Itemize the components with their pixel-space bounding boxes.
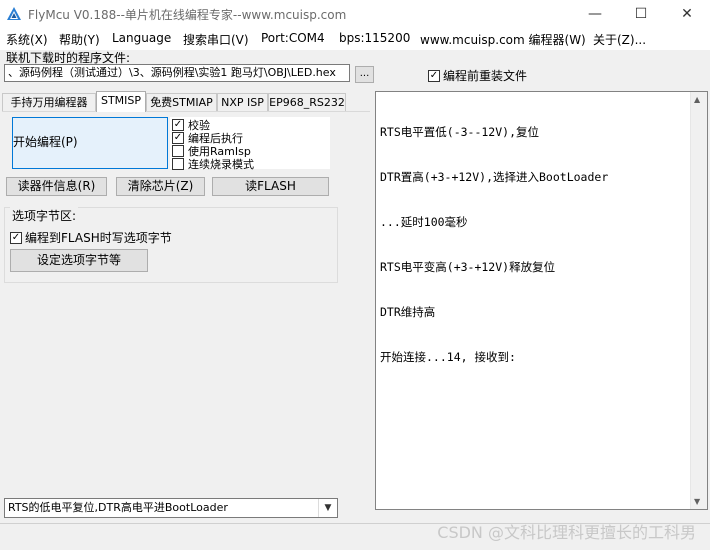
menu-programmer[interactable]: www.mcuisp.com 编程器(W)	[420, 31, 586, 48]
log-line: ...延时100毫秒	[380, 215, 468, 229]
log-line: DTR置高(+3-+12V),选择进入BootLoader	[380, 170, 609, 184]
chevron-down-icon[interactable]: ▼	[318, 499, 337, 517]
tab-ep968-rs232[interactable]: EP968_RS232	[268, 93, 346, 111]
window-title: FlyMcu V0.188--单片机在线编程专家--www.mcuisp.com	[28, 8, 347, 22]
menu-bar: 系统(X) 帮助(Y) Language 搜索串口(V) Port:COM4 b…	[0, 28, 710, 50]
reset-mode-value: RTS的低电平复位,DTR高电平进BootLoader	[8, 501, 228, 514]
log-line: 开始连接...14, 接收到:	[380, 350, 516, 364]
start-programming-button[interactable]: 开始编程(P)	[12, 117, 168, 169]
tab-nxp-isp[interactable]: NXP ISP	[217, 93, 268, 111]
log-scrollbar[interactable]: ▲ ▼	[690, 92, 707, 509]
option-bytes-group-label: 选项字节区:	[10, 207, 79, 224]
set-option-bytes-button[interactable]: 设定选项字节等	[10, 249, 148, 272]
menu-search-port[interactable]: 搜索串口(V)	[183, 31, 249, 48]
scroll-down-icon[interactable]: ▼	[694, 497, 700, 506]
menu-about[interactable]: 关于(Z)...	[593, 31, 646, 48]
close-button[interactable]: ✕	[664, 0, 710, 28]
menu-port[interactable]: Port:COM4	[261, 31, 325, 45]
menu-language[interactable]: Language	[112, 31, 171, 45]
write-option-bytes-label: 编程到FLASH时写选项字节	[25, 231, 172, 245]
erase-chip-button[interactable]: 清除芯片(Z)	[116, 177, 205, 196]
tab-stmisp[interactable]: STMISP	[96, 91, 146, 112]
write-option-bytes-option[interactable]: ✓ 编程到FLASH时写选项字节	[10, 229, 172, 246]
program-file-path-input[interactable]: 、源码例程（测试通过）\3、源码例程\实验1 跑马灯\OBJ\LED.hex	[4, 64, 350, 82]
programming-options: ✓ 校验 ✓ 编程后执行 使用RamIsp 连续烧录模式	[170, 117, 330, 172]
reload-label: 编程前重装文件	[443, 69, 528, 83]
tab-handheld-programmer[interactable]: 手持万用编程器	[2, 93, 96, 111]
browse-button[interactable]: ...	[355, 66, 374, 83]
reload-checkbox[interactable]: ✓	[428, 69, 440, 82]
write-option-bytes-checkbox[interactable]: ✓	[10, 231, 22, 244]
continuous-burn-option[interactable]: 连续烧录模式	[172, 156, 254, 172]
watermark: CSDN @文科比理科更擅长的工科男	[437, 523, 696, 542]
scroll-up-icon[interactable]: ▲	[694, 95, 700, 104]
log-line: DTR维持高	[380, 305, 436, 319]
log-lines: RTS电平置低(-3--12V),复位 DTR置高(+3-+12V),选择进入B…	[380, 95, 608, 395]
app-logo-icon	[7, 7, 21, 20]
minimize-button[interactable]: —	[572, 0, 618, 28]
read-flash-button[interactable]: 读FLASH	[212, 177, 329, 196]
menu-help[interactable]: 帮助(Y)	[59, 31, 100, 48]
log-line: RTS电平变高(+3-+12V)释放复位	[380, 260, 556, 274]
log-line: RTS电平置低(-3--12V),复位	[380, 125, 540, 139]
log-output[interactable]: RTS电平置低(-3--12V),复位 DTR置高(+3-+12V),选择进入B…	[375, 91, 708, 510]
maximize-button[interactable]: ☐	[618, 0, 664, 28]
tab-free-stmiap[interactable]: 免费STMIAP	[146, 93, 217, 111]
read-device-info-button[interactable]: 读器件信息(R)	[6, 177, 107, 196]
menu-system[interactable]: 系统(X)	[6, 31, 48, 48]
title-bar: FlyMcu V0.188--单片机在线编程专家--www.mcuisp.com…	[0, 0, 710, 28]
reload-before-program-option[interactable]: ✓ 编程前重装文件	[428, 67, 527, 84]
continuous-burn-checkbox[interactable]	[172, 158, 184, 170]
menu-baudrate[interactable]: bps:115200	[339, 31, 410, 45]
reset-mode-select[interactable]: RTS的低电平复位,DTR高电平进BootLoader ▼	[4, 498, 338, 518]
continuous-burn-label: 连续烧录模式	[188, 158, 254, 171]
